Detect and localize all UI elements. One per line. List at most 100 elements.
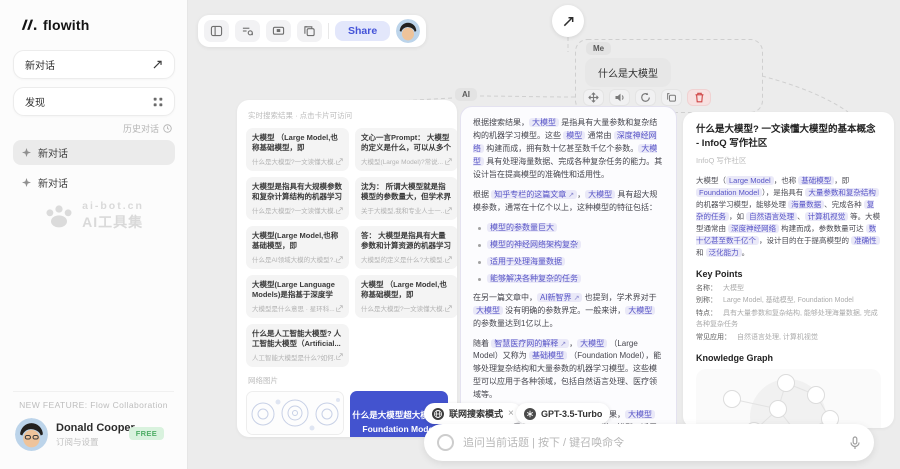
entity-highlight: 大量参数和复杂结构 bbox=[805, 188, 879, 197]
entity-highlight: 大模型 bbox=[577, 339, 607, 348]
external-link-icon: ↗ bbox=[568, 192, 574, 199]
key-point-row: 名称： 大模型 bbox=[696, 284, 881, 295]
microphone-icon[interactable] bbox=[849, 436, 861, 450]
entity-highlight: 大模型 bbox=[625, 306, 655, 315]
close-icon[interactable]: × bbox=[508, 409, 514, 419]
entity-link[interactable]: 智慧医疗网的解释↗ bbox=[491, 339, 569, 348]
external-link-icon bbox=[336, 305, 343, 312]
history-item-label: 新对话 bbox=[38, 175, 68, 190]
web-search-mode-label: 联网搜索模式 bbox=[449, 407, 503, 420]
discover-button[interactable]: 发现 bbox=[13, 87, 175, 116]
nodes-list-button[interactable] bbox=[235, 20, 260, 42]
result-source: 关于大模型,我和专业人士一... bbox=[361, 205, 445, 215]
ai-node-label: AI bbox=[455, 88, 477, 101]
toolbar-avatar[interactable] bbox=[396, 19, 420, 43]
entity-highlight: 大模型 bbox=[473, 144, 657, 166]
result-title: 答： 大模型是指具有大量参数和计算资源的机器学习模型... bbox=[361, 231, 452, 251]
user-question-bubble[interactable]: 什么是大模型 bbox=[585, 58, 671, 87]
search-result-card[interactable]: 什么是人工智能大模型? 人工智能大模型（Artificial... 人工智能大模… bbox=[246, 324, 349, 367]
watermark-line2: AI工具集 bbox=[82, 212, 144, 232]
history-header[interactable]: 历史对话 bbox=[123, 122, 172, 135]
answer-paragraph: 随着 智慧医疗网的解释↗，大模型 （Large Model）又称为 基础模型 （… bbox=[473, 338, 664, 403]
result-source: 什么是AI领域大模的大模型?... bbox=[252, 254, 336, 264]
result-title: 大模型是指具有大规模参数和复杂计算结构的机器学习模... bbox=[252, 182, 343, 202]
key-point-row: 别称： Large Model, 基础模型, Foundation Model bbox=[696, 296, 881, 307]
answer-paragraph: 根据 知乎专栏的这篇文章↗，大模型 具有超大规模参数，通常在十亿个以上，这种模型… bbox=[473, 189, 664, 215]
message-input[interactable] bbox=[463, 437, 840, 449]
delete-node-button[interactable] bbox=[687, 89, 711, 106]
external-link-icon bbox=[336, 207, 343, 214]
external-link-icon bbox=[336, 256, 343, 263]
history-conversation-item[interactable]: 新对话 bbox=[13, 140, 175, 165]
external-link-icon bbox=[336, 158, 343, 165]
move-node-button[interactable] bbox=[583, 89, 604, 106]
share-button[interactable]: Share bbox=[335, 21, 390, 41]
search-result-card[interactable]: 大模型是指具有大规模参数和复杂计算结构的机器学习模... 什么是大模型?一文读懂… bbox=[246, 177, 349, 220]
entity-highlight: 能够解决各种复杂的任务 bbox=[487, 274, 581, 283]
composer-bar bbox=[424, 424, 874, 461]
toggle-sidebar-button[interactable] bbox=[204, 20, 229, 42]
model-selector-chip[interactable]: GPT-3.5-Turbo bbox=[516, 403, 610, 424]
copy-node-button[interactable] bbox=[661, 89, 682, 106]
entity-highlight: 泛化能力 bbox=[706, 248, 742, 257]
search-result-card[interactable]: 文心一言Prompt： 大模型的定义是什么，可以从多个角度... 大模型(Lar… bbox=[355, 128, 457, 171]
app-title: flowith bbox=[43, 17, 90, 33]
result-source: 大模型的定义是什么?大模型... bbox=[361, 254, 445, 264]
result-source: 大模型(Large Model)?常说... bbox=[361, 156, 443, 166]
new-node-button[interactable] bbox=[552, 5, 584, 37]
sidebar-footer: NEW FEATURE: Flow Collaboration Donald C… bbox=[13, 391, 174, 469]
new-chat-label: 新对话 bbox=[25, 57, 55, 72]
entity-highlight: 准确性 bbox=[851, 236, 880, 245]
answer-feature-list: 模型的参数量巨大模型的神经网络架构复杂适用于处理海量数据能够解决各种复杂的任务 bbox=[477, 222, 664, 284]
result-title: 大模型 （Large Model,也称基础模型，即Foundation... bbox=[361, 280, 452, 300]
entity-highlight: 大模型 bbox=[529, 118, 559, 127]
result-title: 大模型 （Large Model,也称基础模型，即Foundation... bbox=[252, 133, 343, 153]
web-search-mode-chip[interactable]: 联网搜索模式 × bbox=[424, 403, 522, 424]
entity-link[interactable]: 知乎专栏的这篇文章↗ bbox=[491, 190, 577, 199]
regenerate-button[interactable] bbox=[635, 89, 656, 106]
user-settings-link[interactable]: 订阅与设置 bbox=[56, 436, 135, 448]
new-chat-pen-icon bbox=[152, 59, 163, 70]
search-result-card[interactable]: 大模型 （Large Model,也称基础模型，即Foundation... 什… bbox=[355, 275, 457, 318]
knowledge-graph-preview[interactable]: Click to View bbox=[696, 369, 881, 428]
search-result-card[interactable]: 大模型 （Large Model,也称基础模型，即Foundation... 什… bbox=[246, 128, 349, 171]
watermark: ai-bot.cn AI工具集 bbox=[0, 200, 188, 232]
search-result-card[interactable]: 大模型(Large Model,也称基础模型，即Foundation... 什么… bbox=[246, 226, 349, 269]
new-chat-button[interactable]: 新对话 bbox=[13, 50, 175, 79]
entity-highlight: 大模型 bbox=[585, 190, 615, 199]
search-results-panel: 实时搜索结果 · 点击卡片可访问 大模型 （Large Model,也称基础模型… bbox=[237, 100, 457, 437]
key-point-value: 大模型 bbox=[723, 285, 744, 292]
new-node-pen-icon bbox=[562, 15, 575, 28]
result-source: 什么是大模型?一文读懂大模... bbox=[252, 205, 336, 215]
key-point-label: 名称： bbox=[696, 285, 717, 292]
entity-highlight: 模型 bbox=[563, 131, 585, 140]
history-list: 新对话 新对话 bbox=[13, 140, 175, 200]
discover-grid-icon bbox=[153, 97, 163, 107]
entity-link[interactable]: AI新智界↗ bbox=[537, 293, 582, 302]
answer-feature-item: 模型的参数量巨大 bbox=[477, 222, 664, 233]
result-source: 大模型是什么意思 · 星环科... bbox=[252, 303, 335, 313]
search-result-card[interactable]: 大模型(Large Language Models)是指基于深度学习... 大模… bbox=[246, 275, 349, 318]
result-title: 文心一言Prompt： 大模型的定义是什么，可以从多个角度... bbox=[361, 133, 452, 153]
web-images: 什么是大模型超大模型和 Foundation Model bbox=[246, 391, 448, 438]
discover-label: 发现 bbox=[25, 94, 45, 109]
knowledge-graph-heading: Knowledge Graph bbox=[696, 353, 881, 363]
history-conversation-item[interactable]: 新对话 bbox=[13, 170, 175, 195]
web-image-thumbnail-circles[interactable] bbox=[246, 391, 344, 435]
search-result-card[interactable]: 答： 大模型是指具有大量参数和计算资源的机器学习模型... 大模型的定义是什么?… bbox=[355, 226, 457, 269]
flowith-logo[interactable]: flowith bbox=[20, 17, 90, 33]
canvas-toolbar: Share bbox=[198, 15, 426, 47]
search-result-card[interactable]: 沈为： 所谓大模型就是指模型的参数量大，但学术界并没... 关于大模型,我和专业… bbox=[355, 177, 457, 220]
feature-banner: NEW FEATURE: Flow Collaboration bbox=[13, 400, 174, 410]
history-label: 历史对话 bbox=[123, 122, 159, 135]
presentation-button[interactable] bbox=[266, 20, 291, 42]
result-title: 大模型(Large Language Models)是指基于深度学习... bbox=[252, 280, 343, 300]
article-title[interactable]: 什么是大模型? 一文读懂大模型的基本概念 - InfoQ 写作社区 bbox=[696, 123, 881, 151]
answer-feature-item: 适用于处理海量数据 bbox=[477, 256, 664, 267]
copy-canvas-button[interactable] bbox=[297, 20, 322, 42]
entity-highlight: 模型的神经网络架构复杂 bbox=[487, 240, 581, 249]
read-aloud-button[interactable] bbox=[609, 89, 630, 106]
ai-answer-card[interactable]: 根据搜索结果，大模型 是指具有大量参数和复杂结构的机器学习模型。这些 模型 通常… bbox=[460, 106, 677, 438]
entity-highlight: Large Model bbox=[726, 176, 774, 185]
user-account[interactable]: Donald Cooper 订阅与设置 FREE bbox=[15, 418, 174, 451]
